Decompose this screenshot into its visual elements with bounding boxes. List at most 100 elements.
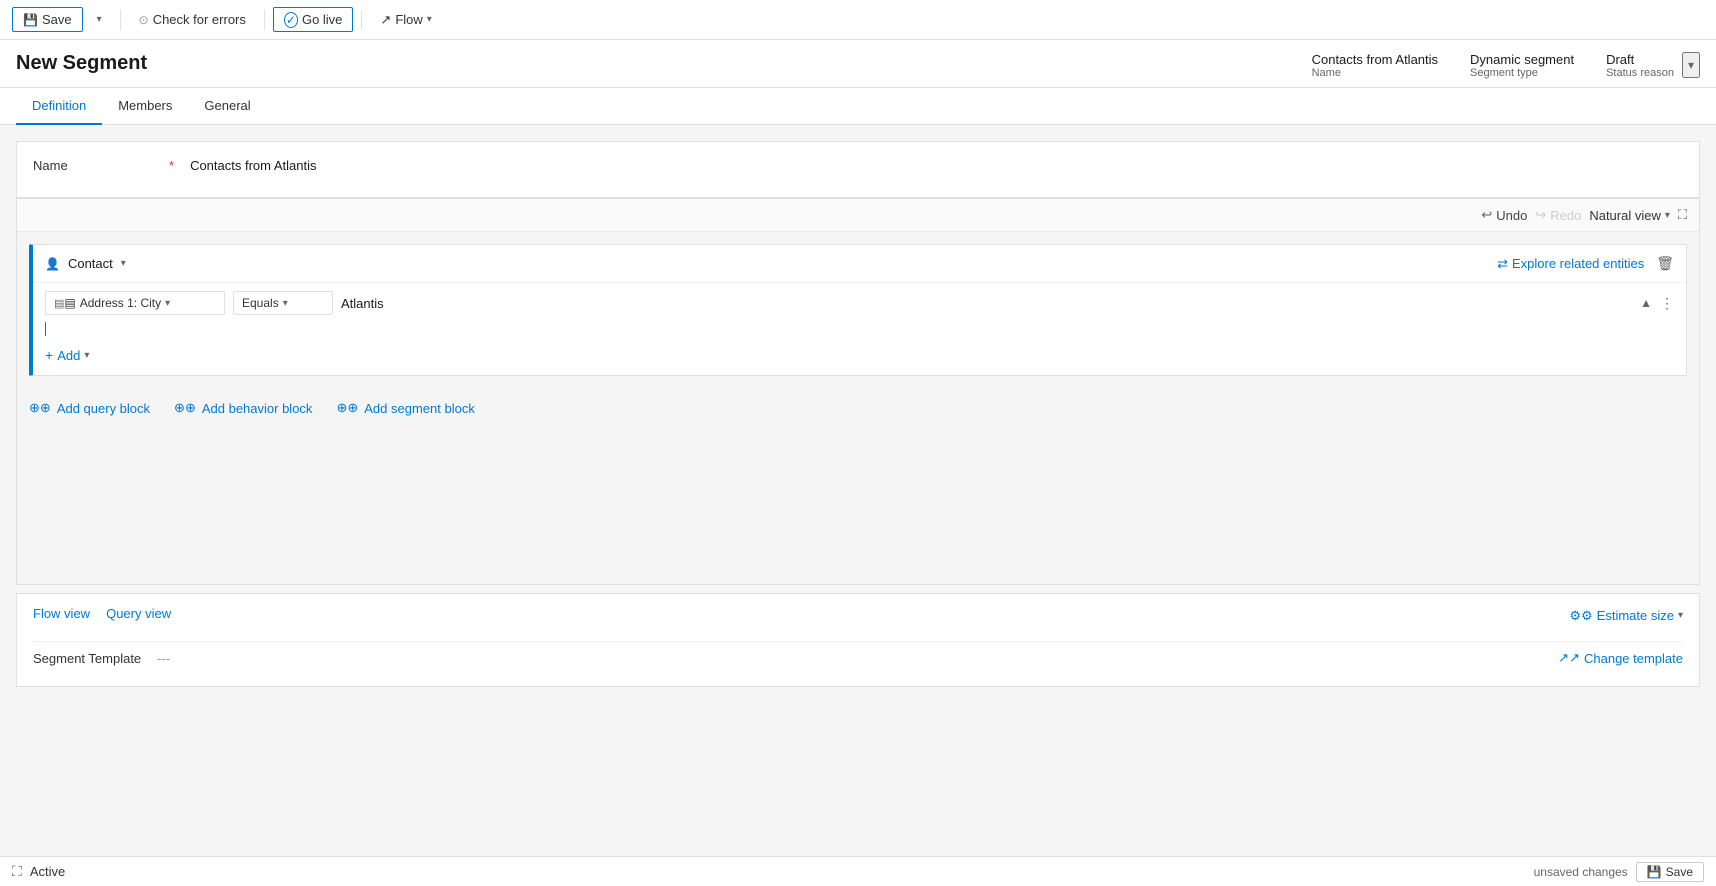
- query-block-header: Contact ▾ Explore related entities 🗑: [33, 245, 1686, 283]
- toolbar-separator-3: [361, 10, 362, 30]
- change-template-icon: ↗: [1558, 650, 1580, 666]
- go-live-label: Go live: [302, 12, 342, 27]
- tab-definition[interactable]: Definition: [16, 88, 102, 125]
- header-meta-status-label: Status reason: [1606, 67, 1674, 79]
- estimate-size-label: Estimate size: [1597, 608, 1674, 623]
- toolbar-separator-1: [120, 10, 121, 30]
- header-collapse-button[interactable]: ▾: [1682, 52, 1700, 78]
- add-behavior-icon: ⊕: [174, 400, 196, 416]
- view-select[interactable]: Natural view ▾: [1589, 208, 1670, 223]
- save-button[interactable]: Save: [12, 7, 83, 32]
- save-dropdown-button[interactable]: ▾: [87, 10, 112, 29]
- status-save-button[interactable]: 💾 Save: [1636, 862, 1704, 882]
- flow-chevron-icon: ▾: [427, 14, 432, 25]
- form-section: Name * Contacts from Atlantis: [16, 141, 1700, 198]
- bottom-section: Flow view Query view ⚙ Estimate size ▾ S…: [16, 593, 1700, 687]
- condition-more-button[interactable]: ⋮: [1660, 295, 1674, 312]
- save-icon: [23, 12, 38, 27]
- add-query-block-button[interactable]: ⊕ Add query block: [29, 400, 150, 416]
- estimate-chevron: ▾: [1678, 610, 1683, 621]
- query-block: Contact ▾ Explore related entities 🗑 ▤: [29, 244, 1687, 376]
- name-form-row: Name * Contacts from Atlantis: [33, 158, 1683, 173]
- undo-label: Undo: [1496, 208, 1527, 223]
- query-view-link[interactable]: Query view: [106, 606, 171, 621]
- view-label: Natural view: [1589, 208, 1661, 223]
- header-meta-segment-type: Dynamic segment Segment type: [1470, 52, 1574, 79]
- change-template-button[interactable]: ↗ Change template: [1558, 650, 1683, 666]
- add-icon: +: [45, 347, 53, 363]
- contact-icon: [45, 256, 60, 271]
- save-label: Save: [42, 12, 72, 27]
- condition-field-selector[interactable]: ▤ Address 1: City ▾: [45, 291, 225, 315]
- header-meta-name-label: Name: [1312, 67, 1438, 79]
- delete-block-button[interactable]: 🗑: [1656, 255, 1674, 272]
- tab-general[interactable]: General: [188, 88, 266, 125]
- check-errors-button[interactable]: Check for errors: [129, 8, 256, 31]
- collapse-condition-button[interactable]: ▲: [1640, 296, 1652, 310]
- status-save-label: Save: [1666, 865, 1693, 879]
- screen-icon: ⛶: [12, 863, 22, 880]
- tab-members[interactable]: Members: [102, 88, 188, 125]
- flow-button[interactable]: Flow ▾: [370, 8, 441, 32]
- go-live-button[interactable]: Go live: [273, 7, 354, 32]
- header-meta-status: Draft Status reason: [1606, 52, 1674, 79]
- add-segment-icon: ⊕: [336, 400, 358, 416]
- cursor-line: [33, 319, 1686, 339]
- query-block-actions: Explore related entities 🗑: [1497, 255, 1674, 272]
- condition-field-value: Address 1: City: [80, 296, 161, 310]
- unsaved-changes-text: unsaved changes: [1534, 865, 1628, 879]
- add-label: Add: [57, 348, 80, 363]
- header-meta: Contacts from Atlantis Name Dynamic segm…: [1312, 52, 1674, 79]
- save-chevron-icon: ▾: [97, 14, 102, 25]
- redo-button[interactable]: Redo: [1535, 207, 1581, 223]
- check-errors-label: Check for errors: [153, 12, 246, 27]
- block-title-chevron[interactable]: ▾: [121, 258, 126, 269]
- block-add-row: ⊕ Add query block ⊕ Add behavior block ⊕…: [17, 388, 1699, 424]
- field-icon: ▤: [54, 296, 76, 310]
- add-query-block-label: Add query block: [57, 401, 150, 416]
- name-required-indicator: *: [169, 158, 174, 173]
- toolbar-separator-2: [264, 10, 265, 30]
- add-behavior-block-button[interactable]: ⊕ Add behavior block: [174, 400, 312, 416]
- add-behavior-block-label: Add behavior block: [202, 401, 313, 416]
- add-condition-button[interactable]: + Add ▾: [45, 347, 89, 363]
- explore-related-button[interactable]: Explore related entities: [1497, 256, 1644, 272]
- flow-icon: [380, 12, 391, 28]
- status-left: ⛶ Active: [12, 863, 65, 880]
- template-value: ---: [157, 651, 170, 666]
- go-live-icon: [284, 12, 298, 27]
- undo-button[interactable]: Undo: [1481, 207, 1527, 223]
- name-form-label: Name: [33, 158, 153, 173]
- tabs: Definition Members General: [0, 88, 1716, 125]
- flow-view-link[interactable]: Flow view: [33, 606, 90, 621]
- flow-label: Flow: [395, 12, 422, 27]
- query-block-title: Contact ▾: [45, 256, 126, 271]
- field-chevron: ▾: [165, 298, 170, 309]
- explore-icon: [1497, 256, 1508, 272]
- cursor-blink: [45, 322, 46, 336]
- redo-icon: [1535, 207, 1546, 223]
- main-content: Name * Contacts from Atlantis Undo Redo …: [0, 125, 1716, 856]
- condition-operator-value: Equals: [242, 296, 279, 310]
- header-meta-status-value: Draft: [1606, 52, 1674, 67]
- condition-actions: ▲ ⋮: [1640, 295, 1674, 312]
- delete-icon-glyph: 🗑: [1656, 255, 1674, 271]
- estimate-row: ⚙ Estimate size ▾: [1569, 608, 1683, 624]
- add-query-icon: ⊕: [29, 400, 51, 416]
- status-right: unsaved changes 💾 Save: [1534, 862, 1704, 882]
- bottom-views: Flow view Query view: [33, 606, 171, 621]
- condition-row: ▤ Address 1: City ▾ Equals ▾ Atlantis ▲ …: [33, 283, 1686, 319]
- header-meta-segment-type-label: Segment type: [1470, 67, 1574, 79]
- add-segment-block-label: Add segment block: [364, 401, 475, 416]
- header-meta-name-value: Contacts from Atlantis: [1312, 52, 1438, 67]
- expand-icon: [1678, 207, 1687, 223]
- condition-value-display: Atlantis: [341, 296, 421, 311]
- definition-canvas: Undo Redo Natural view ▾ Contact ▾: [16, 198, 1700, 585]
- status-bar: ⛶ Active unsaved changes 💾 Save: [0, 856, 1716, 886]
- canvas-empty-space: [17, 424, 1699, 584]
- canvas-toolbar: Undo Redo Natural view ▾: [17, 199, 1699, 232]
- add-segment-block-button[interactable]: ⊕ Add segment block: [336, 400, 474, 416]
- estimate-size-button[interactable]: ⚙ Estimate size ▾: [1569, 608, 1683, 624]
- condition-operator-selector[interactable]: Equals ▾: [233, 291, 333, 315]
- expand-button[interactable]: [1678, 207, 1687, 223]
